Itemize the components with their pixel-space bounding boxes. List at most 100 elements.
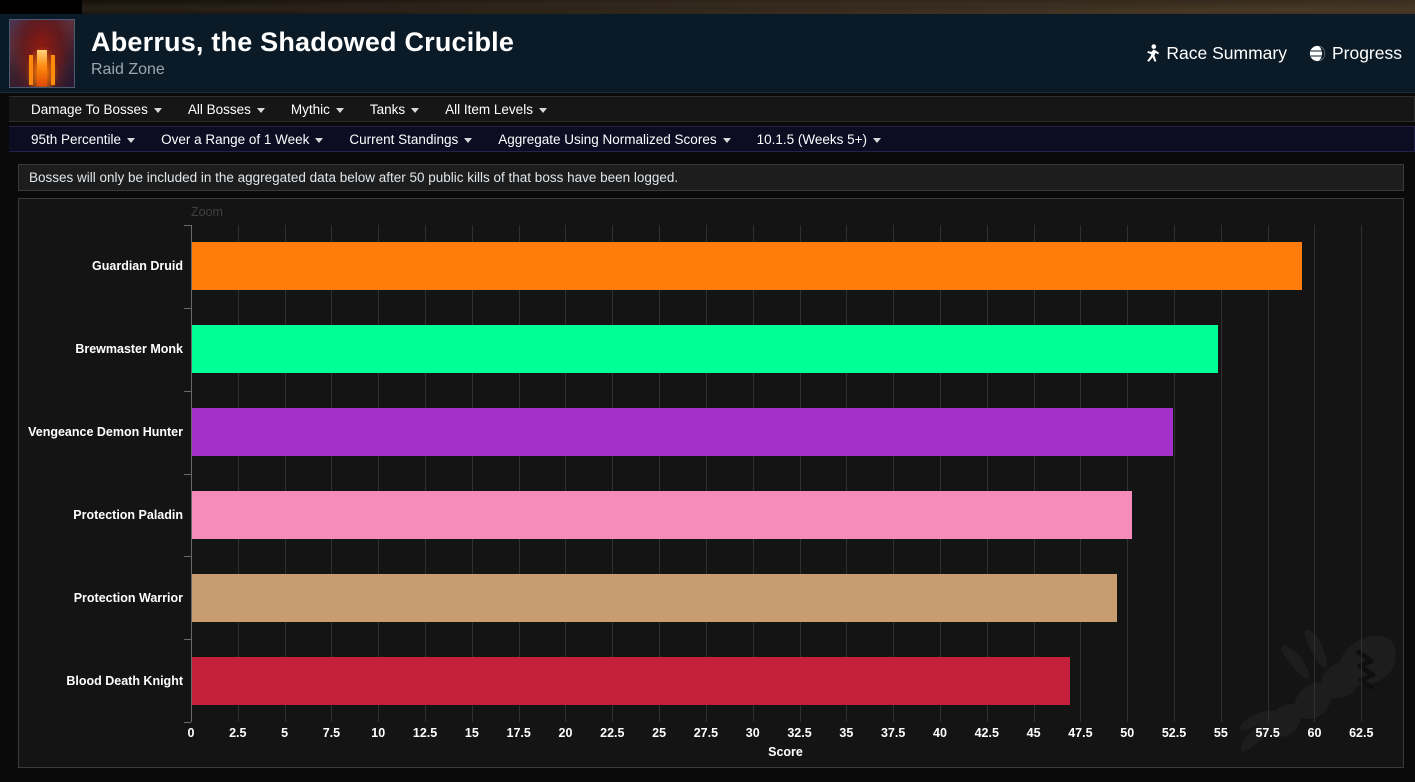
grid-line	[846, 225, 848, 722]
bar[interactable]	[192, 242, 1303, 291]
chevron-down-icon	[538, 107, 547, 113]
zone-title-block: Aberrus, the Shadowed Crucible Raid Zone	[91, 26, 514, 81]
grid-line	[237, 225, 239, 722]
grid-line	[986, 225, 988, 722]
x-tick-label: 22.5	[600, 726, 625, 740]
category-label: Vengeance Demon Hunter	[28, 425, 183, 440]
grid-line	[1033, 225, 1035, 722]
secondary-filter-toolbar: 95th Percentile Over a Range of 1 Week C…	[9, 126, 1415, 152]
chevron-down-icon	[127, 137, 136, 143]
background-strip-mask	[0, 0, 82, 14]
x-tick-label: 5	[281, 726, 289, 740]
category-tick	[184, 474, 191, 475]
filter-item-level[interactable]: All Item Levels	[432, 97, 560, 121]
x-tick-label: 0	[187, 726, 195, 740]
grid-line	[705, 225, 707, 722]
chevron-down-icon	[722, 137, 731, 143]
grid-line	[1314, 225, 1316, 722]
chevron-down-icon	[315, 137, 324, 143]
x-tick-label: 20	[558, 726, 573, 740]
category-label: Protection Warrior	[73, 590, 183, 605]
filter-all-bosses[interactable]: All Bosses	[175, 97, 278, 121]
x-tick-label: 35	[839, 726, 854, 740]
filter-difficulty-label: Mythic	[290, 101, 330, 117]
chevron-down-icon	[335, 107, 344, 113]
x-tick-label: 17.5	[506, 726, 531, 740]
category-tick	[184, 556, 191, 557]
filter-time-range[interactable]: Over a Range of 1 Week	[148, 127, 336, 151]
filter-percentile[interactable]: 95th Percentile	[9, 127, 148, 151]
grid-line	[1361, 225, 1363, 722]
filter-standings-label: Current Standings	[349, 131, 459, 147]
primary-filter-toolbar: Damage To Bosses All Bosses Mythic Tanks…	[9, 96, 1415, 122]
filter-percentile-label: 95th Percentile	[31, 131, 122, 147]
filter-damage-to-bosses[interactable]: Damage To Bosses	[9, 97, 175, 121]
category-label: Blood Death Knight	[66, 673, 183, 688]
value-axis-ticks: 0 2.5 5 7.5 10 12.5 15 17.5 20 22.5 25 27.5 30 32.5 35…	[187, 722, 1380, 744]
filter-aggregation[interactable]: Aggregate Using Normalized Scores	[485, 127, 743, 151]
running-person-icon	[1145, 44, 1160, 62]
grid-line	[1080, 225, 1082, 722]
grid-line	[799, 225, 801, 722]
chevron-down-icon	[873, 137, 882, 143]
bar[interactable]	[192, 325, 1219, 374]
chevron-down-icon	[411, 107, 420, 113]
grid-line	[893, 225, 895, 722]
filter-damage-to-bosses-label: Damage To Bosses	[31, 101, 148, 117]
filter-patch-version-label: 10.1.5 (Weeks 5+)	[756, 131, 868, 147]
bar[interactable]	[192, 573, 1117, 622]
grid-line	[752, 225, 754, 722]
x-tick-label: 52.5	[1161, 726, 1187, 740]
bar[interactable]	[192, 490, 1132, 539]
category-label: Protection Paladin	[73, 507, 183, 522]
value-axis-line	[191, 225, 192, 722]
bar[interactable]	[192, 408, 1174, 457]
chart-zoom-label[interactable]: Zoom	[191, 205, 223, 219]
info-notice: Bosses will only be included in the aggr…	[18, 164, 1404, 191]
bar[interactable]	[192, 656, 1071, 705]
x-tick-label: 25	[652, 726, 667, 740]
page-title: Aberrus, the Shadowed Crucible	[91, 26, 515, 57]
x-tick-label: 45	[1026, 726, 1041, 740]
filter-item-level-label: All Item Levels	[445, 101, 533, 117]
grid-line	[518, 225, 520, 722]
x-tick-label: 15	[464, 726, 479, 740]
chevron-down-icon	[464, 137, 473, 143]
grid-line	[284, 225, 286, 722]
category-axis-labels: Guardian Druid Brewmaster Monk Vengeance D…	[19, 225, 183, 722]
filter-aggregation-label: Aggregate Using Normalized Scores	[498, 131, 717, 147]
filter-all-bosses-label: All Bosses	[187, 101, 251, 117]
grid-line	[659, 225, 661, 722]
category-tick	[184, 391, 191, 392]
x-tick-label: 42.5	[974, 726, 999, 740]
page-subtitle: Raid Zone	[91, 60, 165, 78]
filter-patch-version[interactable]: 10.1.5 (Weeks 5+)	[744, 127, 894, 151]
grid-line	[1174, 225, 1176, 722]
race-summary-label: Race Summary	[1166, 42, 1287, 63]
x-tick-label: 55	[1213, 726, 1228, 740]
grid-line	[565, 225, 567, 722]
grid-line	[1267, 225, 1269, 722]
x-tick-label: 30	[745, 726, 760, 740]
filter-difficulty[interactable]: Mythic	[278, 97, 357, 121]
grid-line	[425, 225, 427, 722]
filter-role-label: Tanks	[369, 101, 406, 117]
progress-label: Progress	[1331, 42, 1402, 63]
x-tick-label: 62.5	[1349, 726, 1374, 740]
grid-line	[471, 225, 473, 722]
category-label: Guardian Druid	[92, 259, 183, 274]
raid-zone-thumbnail-icon	[9, 18, 75, 88]
filter-role[interactable]: Tanks	[357, 97, 432, 121]
category-tick	[184, 308, 191, 309]
x-tick-label: 60	[1307, 726, 1322, 740]
category-tick	[184, 225, 191, 226]
category-tick	[184, 639, 191, 640]
progress-link[interactable]: Progress	[1309, 43, 1402, 64]
grid-line	[1127, 225, 1129, 722]
x-tick-label: 47.5	[1068, 726, 1093, 740]
race-summary-link[interactable]: Race Summary	[1145, 43, 1287, 64]
header-links: Race Summary Progress	[1145, 43, 1402, 64]
filter-standings[interactable]: Current Standings	[336, 127, 485, 151]
x-tick-label: 7.5	[322, 726, 341, 740]
category-label: Brewmaster Monk	[75, 342, 183, 357]
